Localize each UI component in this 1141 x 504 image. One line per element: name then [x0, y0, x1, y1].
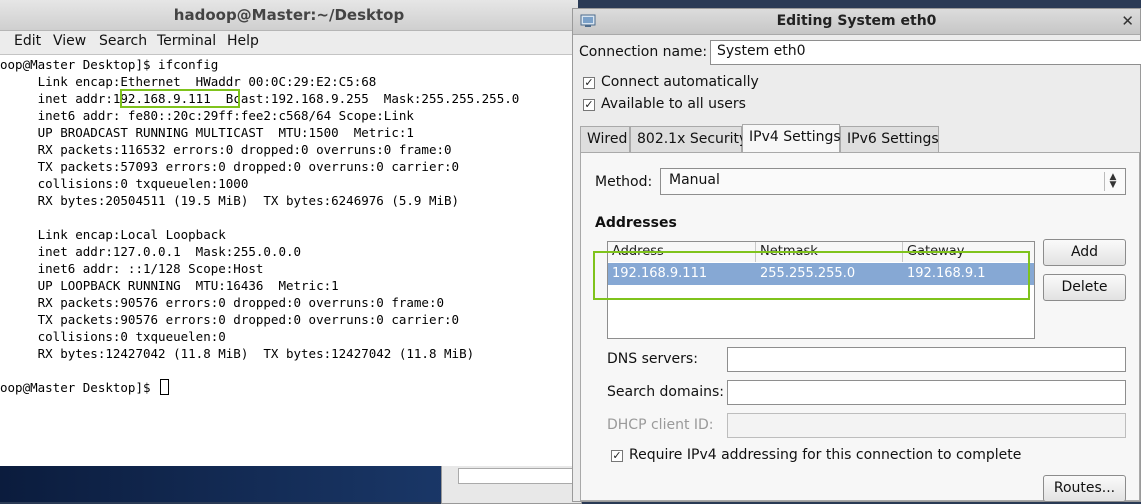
method-label: Method:	[595, 174, 653, 190]
ip-highlight-box	[120, 89, 240, 108]
dialog-titlebar: Editing System eth0 ✕	[573, 9, 1140, 35]
address-highlight-box	[593, 251, 1030, 300]
tab-ipv4-settings[interactable]: IPv4 Settings	[742, 124, 841, 153]
dialog-title: Editing System eth0	[776, 13, 937, 29]
delete-button[interactable]: Delete	[1043, 274, 1126, 301]
close-icon[interactable]: ✕	[1121, 12, 1134, 30]
terminal-line: collisions:0 txqueuelen:1000	[0, 176, 249, 191]
dhcp-client-id-label: DHCP client ID:	[607, 417, 714, 433]
terminal-line: RX bytes:20504511 (19.5 MiB) TX bytes:62…	[0, 193, 460, 208]
connect-automatically-checkbox[interactable]: ✓	[583, 77, 595, 89]
menu-help[interactable]: Help	[227, 33, 259, 49]
terminal-prompt-line: oop@Master Desktop]$	[0, 379, 170, 396]
search-domains-label: Search domains:	[607, 384, 724, 400]
method-value: Manual	[669, 172, 720, 188]
terminal-output[interactable]: oop@Master Desktop]$ ifconfig Link encap…	[0, 55, 578, 466]
terminal-prompt: oop@Master Desktop]$	[0, 380, 159, 395]
terminal-line: UP BROADCAST RUNNING MULTICAST MTU:1500 …	[0, 125, 414, 140]
terminal-line: oop@Master Desktop]$ ifconfig	[0, 57, 219, 72]
dhcp-client-id-input	[727, 413, 1126, 438]
tab-8021x-security[interactable]: 802.1x Security	[630, 126, 747, 152]
method-select[interactable]: Manual ▲ ▼	[660, 168, 1126, 195]
menu-edit[interactable]: Edit	[14, 33, 41, 49]
connect-automatically-label: Connect automatically	[601, 74, 759, 90]
terminal-line: inet6 addr: ::1/128 Scope:Host	[0, 261, 264, 276]
terminal-line: Link encap:Local Loopback	[0, 227, 226, 242]
add-button[interactable]: Add	[1043, 239, 1126, 266]
terminal-line: RX packets:116532 errors:0 dropped:0 ove…	[0, 142, 452, 157]
addresses-heading: Addresses	[595, 215, 677, 231]
available-to-all-users-label: Available to all users	[601, 96, 746, 112]
routes-button[interactable]: Routes...	[1043, 475, 1126, 502]
terminal-title: hadoop@Master:~/Desktop	[0, 0, 578, 31]
menu-search[interactable]: Search	[99, 33, 147, 49]
search-domains-input[interactable]	[727, 380, 1126, 405]
background-window-field	[458, 468, 582, 484]
connection-name-input[interactable]: System eth0	[710, 40, 1141, 65]
available-to-all-users-checkbox[interactable]: ✓	[583, 99, 595, 111]
terminal-line: TX packets:57093 errors:0 dropped:0 over…	[0, 159, 460, 174]
terminal-line: RX bytes:12427042 (11.8 MiB) TX bytes:12…	[0, 346, 475, 361]
terminal-window: hadoop@Master:~/Desktop Edit View Search…	[0, 0, 578, 466]
dns-servers-label: DNS servers:	[607, 351, 698, 367]
menu-terminal[interactable]: Terminal	[157, 33, 216, 49]
tab-ipv6-settings[interactable]: IPv6 Settings	[840, 126, 939, 152]
terminal-line: collisions:0 txqueuelen:0	[0, 329, 226, 344]
terminal-line: RX packets:90576 errors:0 dropped:0 over…	[0, 295, 445, 310]
terminal-line: UP LOOPBACK RUNNING MTU:16436 Metric:1	[0, 278, 339, 293]
terminal-line: TX packets:90576 errors:0 dropped:0 over…	[0, 312, 460, 327]
terminal-line: inet6 addr: fe80::20c:29ff:fee2:c568/64 …	[0, 108, 414, 123]
terminal-line: inet addr:127.0.0.1 Mask:255.0.0.0	[0, 244, 302, 259]
menu-view[interactable]: View	[53, 33, 86, 49]
terminal-line: inet addr:192.168.9.111 Bcast:192.168.9.…	[0, 91, 520, 106]
require-ipv4-checkbox[interactable]: ✓	[611, 450, 623, 462]
updown-arrow-icon: ▲ ▼	[1104, 172, 1121, 191]
editing-connection-dialog: Editing System eth0 ✕ Connection name: S…	[572, 8, 1141, 502]
dns-servers-input[interactable]	[727, 347, 1126, 372]
connection-name-label: Connection name:	[579, 44, 708, 60]
terminal-cursor	[160, 379, 170, 395]
require-ipv4-label: Require IPv4 addressing for this connect…	[629, 447, 1022, 463]
tab-wired[interactable]: Wired	[580, 126, 630, 152]
terminal-line: Link encap:Ethernet HWaddr 00:0C:29:E2:C…	[0, 74, 377, 89]
terminal-menubar: Edit View Search Terminal Help	[0, 31, 578, 55]
